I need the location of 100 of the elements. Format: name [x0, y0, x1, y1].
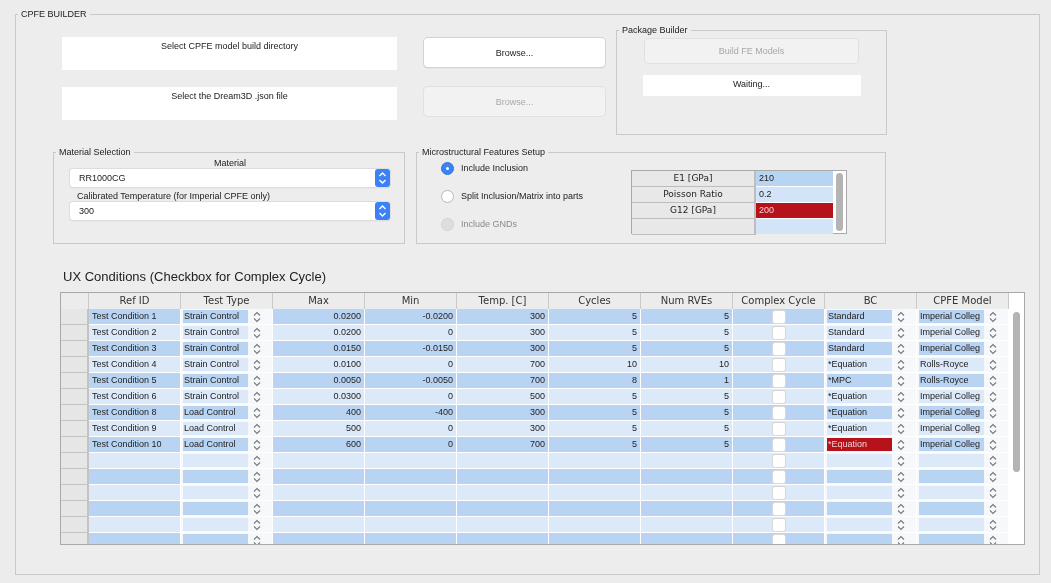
- dropdown-cell[interactable]: Strain Control: [181, 325, 273, 341]
- dropdown-cell[interactable]: [181, 517, 273, 533]
- row-header[interactable]: [61, 357, 89, 373]
- column-header[interactable]: Complex Cycle: [733, 293, 825, 309]
- dropdown-cell[interactable]: [181, 501, 273, 517]
- radio-button[interactable]: [441, 161, 454, 175]
- row-header[interactable]: [61, 389, 89, 405]
- row-header[interactable]: [61, 437, 89, 453]
- property-value[interactable]: 0.2: [756, 187, 833, 202]
- checkbox[interactable]: [772, 374, 785, 387]
- dropdown-cell[interactable]: Strain Control: [181, 389, 273, 405]
- row-header[interactable]: [61, 341, 89, 357]
- radio-button[interactable]: [441, 189, 454, 203]
- browse-button[interactable]: Browse...: [424, 38, 605, 67]
- dropdown-cell[interactable]: Strain Control: [181, 341, 273, 357]
- chevron-updown-icon: [897, 406, 905, 419]
- dropdown-cell[interactable]: [917, 469, 1009, 485]
- property-value[interactable]: 200: [756, 203, 833, 218]
- column-header[interactable]: Test Type: [181, 293, 273, 309]
- dropdown-cell[interactable]: Rolls-Royce: [917, 373, 1009, 389]
- temperature-dropdown[interactable]: 300: [70, 202, 390, 220]
- table-cell: 5: [641, 421, 733, 437]
- column-header[interactable]: Ref ID: [89, 293, 181, 309]
- checkbox[interactable]: [772, 390, 785, 403]
- dropdown-cell[interactable]: Standard: [825, 341, 917, 357]
- table-cell: 5: [641, 325, 733, 341]
- checkbox[interactable]: [772, 342, 785, 355]
- checkbox[interactable]: [772, 310, 785, 323]
- dropdown-cell[interactable]: [181, 485, 273, 501]
- scrollbar[interactable]: [836, 173, 843, 231]
- dropdown-cell[interactable]: *Equation: [825, 437, 917, 453]
- row-header[interactable]: [61, 517, 89, 533]
- dropdown-cell[interactable]: [917, 501, 1009, 517]
- row-header[interactable]: [61, 453, 89, 469]
- checkbox[interactable]: [772, 518, 785, 531]
- dropdown-cell[interactable]: *Equation: [825, 405, 917, 421]
- dropdown-cell[interactable]: [917, 517, 1009, 533]
- property-value[interactable]: [756, 219, 833, 234]
- property-value[interactable]: 210: [756, 171, 833, 186]
- row-header[interactable]: [61, 373, 89, 389]
- checkbox[interactable]: [772, 454, 785, 467]
- checkbox[interactable]: [772, 438, 785, 451]
- dropdown-cell[interactable]: [825, 485, 917, 501]
- dropdown-cell[interactable]: Load Control: [181, 437, 273, 453]
- dropdown-cell[interactable]: Imperial Colleg: [917, 325, 1009, 341]
- chevron-updown-icon: [989, 358, 997, 371]
- material-dropdown[interactable]: RR1000CG: [70, 169, 390, 187]
- checkbox[interactable]: [772, 326, 785, 339]
- dropdown-cell[interactable]: *Equation: [825, 389, 917, 405]
- dropdown-cell[interactable]: *Equation: [825, 357, 917, 373]
- dropdown-cell[interactable]: *Equation: [825, 421, 917, 437]
- row-header[interactable]: [61, 325, 89, 341]
- column-header[interactable]: Temp. [C]: [457, 293, 549, 309]
- column-header[interactable]: Min: [365, 293, 457, 309]
- dropdown-cell[interactable]: [917, 453, 1009, 469]
- dropdown-cell[interactable]: [917, 485, 1009, 501]
- row-header[interactable]: [61, 501, 89, 517]
- table-cell: 0: [365, 421, 457, 437]
- dropdown-cell[interactable]: Strain Control: [181, 373, 273, 389]
- checkbox[interactable]: [772, 502, 785, 515]
- chevron-updown-icon: [989, 438, 997, 451]
- column-header[interactable]: Cycles: [549, 293, 641, 309]
- dropdown-cell[interactable]: Rolls-Royce: [917, 357, 1009, 373]
- dropdown-cell[interactable]: Standard: [825, 309, 917, 325]
- scrollbar[interactable]: [1013, 312, 1020, 472]
- table-cell: 500: [457, 389, 549, 405]
- column-header[interactable]: BC: [825, 293, 917, 309]
- row-header[interactable]: [61, 469, 89, 485]
- dropdown-cell[interactable]: [825, 501, 917, 517]
- checkbox[interactable]: [772, 406, 785, 419]
- checkbox[interactable]: [772, 422, 785, 435]
- dropdown-cell[interactable]: *MPC: [825, 373, 917, 389]
- checkbox[interactable]: [772, 358, 785, 371]
- column-header[interactable]: Num RVEs: [641, 293, 733, 309]
- checkbox[interactable]: [772, 534, 785, 544]
- row-header[interactable]: [61, 421, 89, 437]
- dropdown-cell[interactable]: Imperial Colleg: [917, 405, 1009, 421]
- chevron-updown-icon: [253, 422, 261, 435]
- dropdown-cell[interactable]: [825, 453, 917, 469]
- dropdown-cell[interactable]: Imperial Colleg: [917, 437, 1009, 453]
- dropdown-cell[interactable]: Standard: [825, 325, 917, 341]
- row-header[interactable]: [61, 405, 89, 421]
- dropdown-cell[interactable]: Strain Control: [181, 309, 273, 325]
- dropdown-cell[interactable]: [181, 453, 273, 469]
- dropdown-cell[interactable]: [181, 469, 273, 485]
- column-header[interactable]: CPFE Model: [917, 293, 1009, 309]
- dropdown-cell[interactable]: Imperial Colleg: [917, 309, 1009, 325]
- dropdown-cell[interactable]: Strain Control: [181, 357, 273, 373]
- column-header[interactable]: Max: [273, 293, 365, 309]
- row-header[interactable]: [61, 309, 89, 325]
- checkbox[interactable]: [772, 470, 785, 483]
- dropdown-cell[interactable]: Load Control: [181, 421, 273, 437]
- dropdown-cell[interactable]: [825, 469, 917, 485]
- dropdown-cell[interactable]: [825, 517, 917, 533]
- dropdown-cell[interactable]: Load Control: [181, 405, 273, 421]
- dropdown-cell[interactable]: Imperial Colleg: [917, 389, 1009, 405]
- row-header[interactable]: [61, 485, 89, 501]
- dropdown-cell[interactable]: Imperial Colleg: [917, 421, 1009, 437]
- checkbox[interactable]: [772, 486, 785, 499]
- dropdown-cell[interactable]: Imperial Colleg: [917, 341, 1009, 357]
